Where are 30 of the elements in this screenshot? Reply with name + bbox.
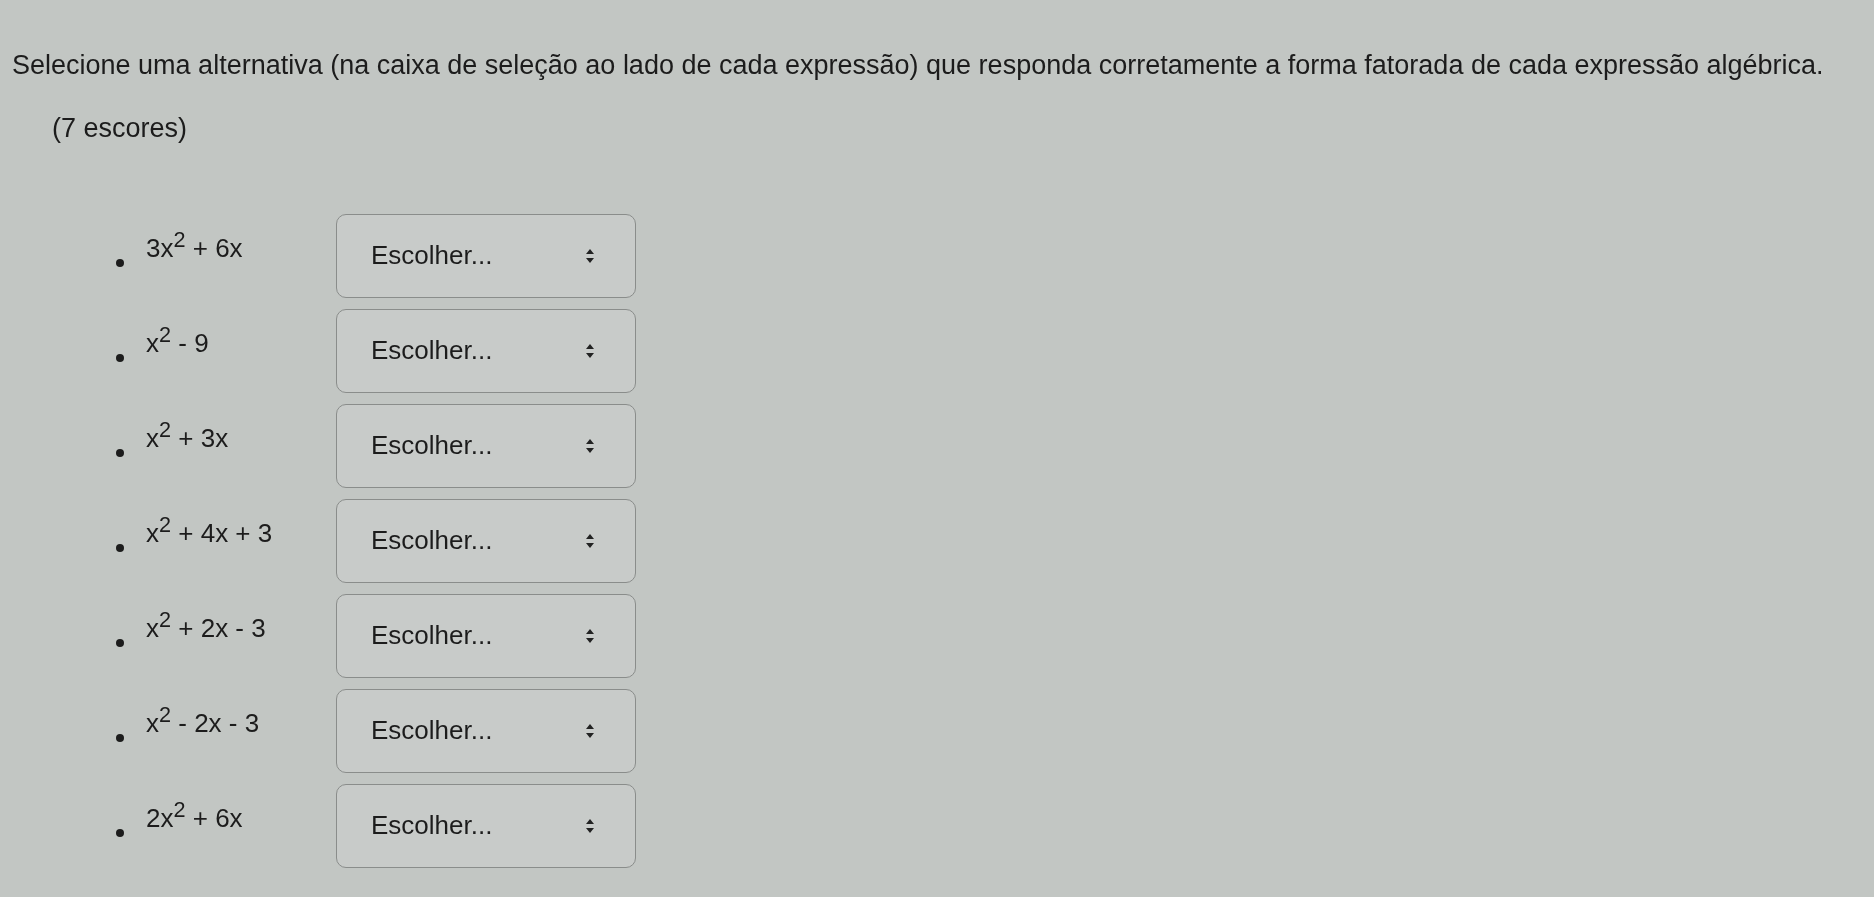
select-dropdown[interactable]: Escolher... (336, 213, 636, 298)
select-dropdown[interactable]: Escolher... (336, 688, 636, 773)
bullet-icon (116, 258, 124, 267)
caret-icon (585, 532, 595, 549)
select-dropdown[interactable]: Escolher... (336, 403, 636, 488)
caret-icon (585, 247, 595, 264)
expression-text: x$^{2}$ + 2x - 3 (146, 607, 267, 644)
caret-icon (585, 437, 595, 454)
expression-text: 3x$^{2}$ + 6x (146, 227, 244, 264)
caret-icon (585, 342, 595, 359)
bullet-icon (116, 733, 124, 742)
expression-text: 2x$^{2}$ + 6x (146, 797, 244, 834)
caret-icon (585, 817, 595, 834)
expression-text: x$^{2}$ + 3x (146, 417, 230, 454)
bullet-icon (116, 543, 124, 552)
caret-icon (585, 722, 595, 739)
select-dropdown[interactable]: Escolher... (336, 593, 636, 678)
caret-icon (585, 627, 595, 644)
expression-text: x$^{2}$ - 9 (146, 322, 210, 359)
question-text: Selecione uma alternativa (na caixa de seleção ao lado de cada expressão) que responda corretamente a forma fatorada de cada expressão algébrica. (12, 50, 1824, 80)
expression-text: x$^{2}$ + 4x + 3 (146, 512, 274, 549)
bullet-icon (116, 448, 124, 457)
score-text: (7 escores) (52, 113, 188, 143)
select-dropdown[interactable]: Escolher... (336, 783, 636, 868)
bullet-icon (116, 353, 124, 362)
expression-text: x$^{2}$ - 2x - 3 (146, 702, 261, 739)
bullet-icon (116, 828, 124, 837)
select-dropdown[interactable]: Escolher... (336, 308, 636, 393)
select-dropdown[interactable]: Escolher... (336, 498, 636, 583)
bullet-icon (116, 638, 124, 647)
